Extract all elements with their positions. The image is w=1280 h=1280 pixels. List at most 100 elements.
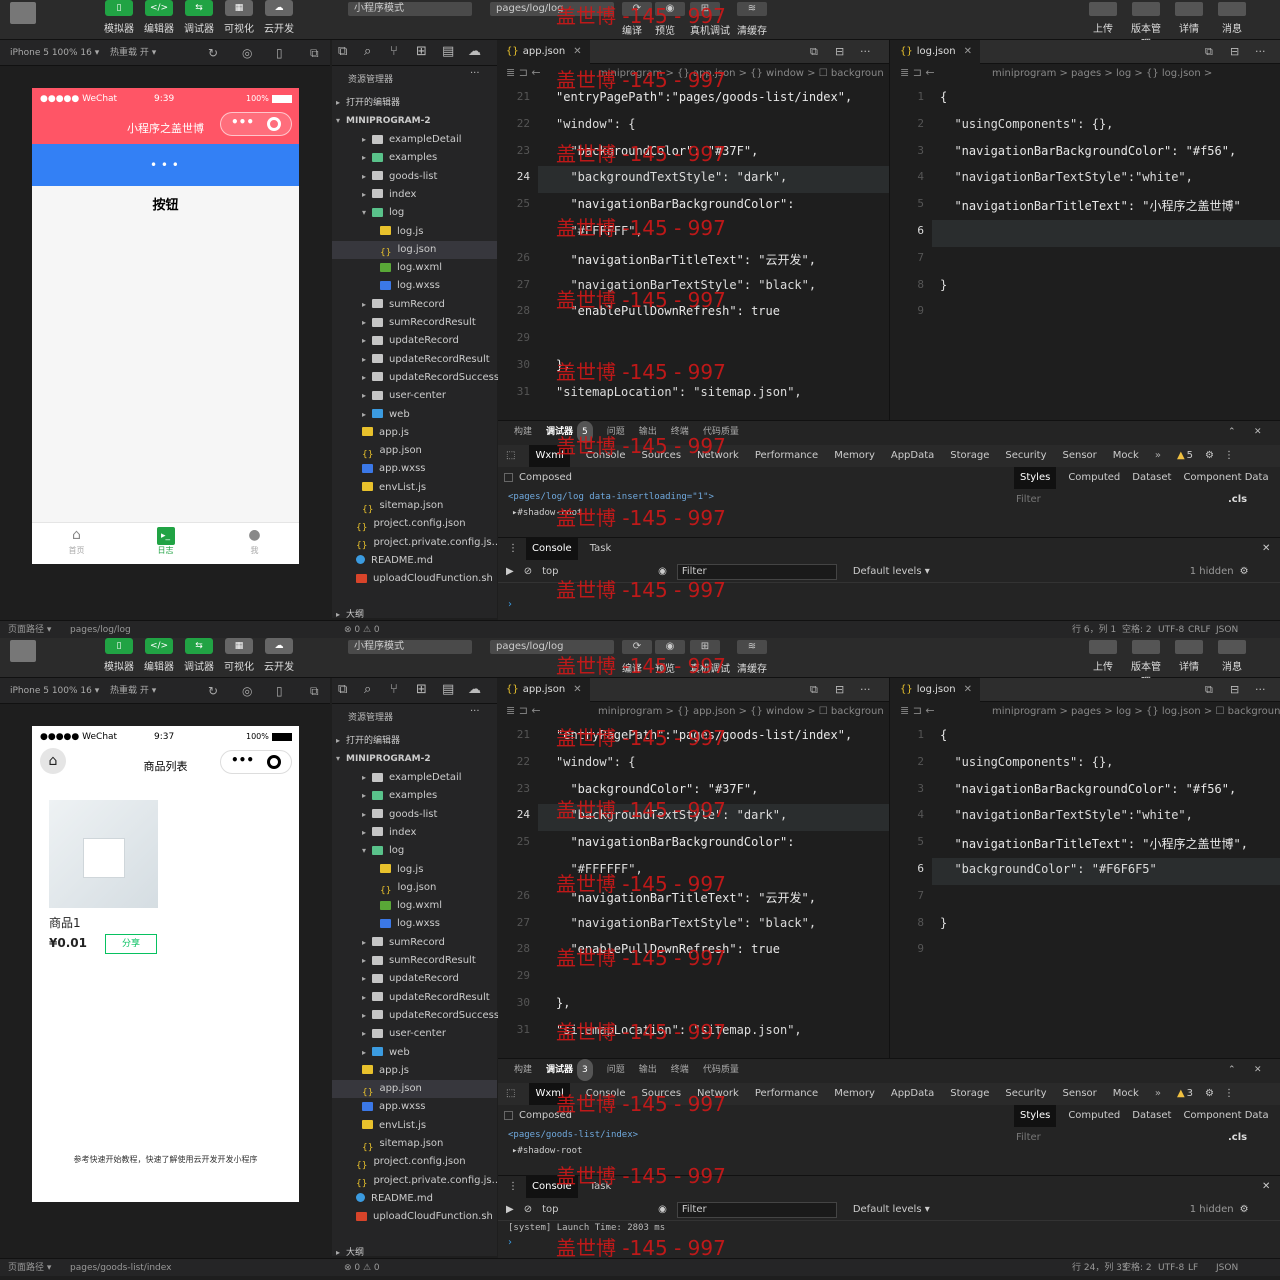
tree-item[interactable]: app.js — [332, 424, 497, 442]
editor-action-icon-1[interactable]: ⊟ — [1230, 45, 1239, 58]
center-label-1[interactable]: 预览 — [655, 22, 675, 37]
devtools-top-tab-5[interactable]: 代码质量 — [703, 1059, 739, 1081]
sim-tool-icon-1[interactable]: ◎ — [242, 40, 252, 66]
console-settings-icon[interactable]: ⚙ — [1240, 561, 1249, 583]
toolbar-button-1[interactable]: </> 编辑器 — [140, 638, 178, 673]
tree-item[interactable]: uploadCloudFunction.sh — [332, 1208, 497, 1226]
user-avatar[interactable] — [10, 2, 36, 24]
devtools-tab-performance[interactable]: Performance — [755, 1083, 818, 1105]
status-item-0[interactable]: 行 6，列 1 — [1072, 621, 1116, 638]
close-drawer-icon[interactable]: ✕ — [1262, 1176, 1270, 1198]
code-line[interactable]: "enablePullDownRefresh": true — [556, 304, 780, 318]
tree-item[interactable]: ▸ web — [332, 406, 497, 424]
tree-item[interactable]: {} project.private.config.js... — [332, 1172, 501, 1190]
editor-tab[interactable]: {} app.json ✕ — [498, 40, 590, 64]
center-icon-0[interactable]: ⟳ — [622, 2, 652, 16]
styles-filter[interactable]: Filter — [1010, 489, 1210, 511]
toolbar-button-4[interactable]: ☁ 云开发 — [260, 638, 298, 673]
tree-item[interactable]: {} log.json — [332, 240, 497, 259]
center-label-1[interactable]: 预览 — [655, 660, 675, 675]
devtools-tab-wxml[interactable]: Wxml — [529, 1083, 570, 1105]
center-label-2[interactable]: 真机调试 — [690, 22, 730, 37]
console-prompt[interactable]: › — [498, 1235, 1280, 1251]
tree-item[interactable]: {} app.json — [332, 1080, 497, 1099]
status-item-1[interactable]: 空格: 2 — [1122, 1259, 1152, 1276]
hot-reload-select[interactable]: 热重载 开 ▾ — [110, 40, 156, 66]
tree-item[interactable]: ▸ sumRecord — [332, 296, 497, 314]
editor-tab[interactable]: {} log.json ✕ — [892, 678, 980, 702]
tree-item[interactable]: ▸ user-center — [332, 1025, 497, 1043]
explorer-tool-icon-2[interactable]: ⑂ — [390, 44, 398, 59]
center-label-0[interactable]: 编译 — [622, 22, 642, 37]
tree-item[interactable]: ▸ sumRecordResult — [332, 314, 497, 332]
style-tab-3[interactable]: Component Data — [1183, 1105, 1268, 1127]
devtools-tab-storage[interactable]: Storage — [950, 445, 989, 467]
kebab-menu-icon[interactable]: ⋮ — [1224, 1083, 1234, 1105]
capsule-button[interactable]: ••• — [220, 112, 292, 136]
compile-select[interactable]: pages/log/log — [490, 2, 614, 16]
devtools-tab-sensor[interactable]: Sensor — [1063, 1083, 1097, 1105]
more-tabs-icon[interactable]: » — [1155, 445, 1161, 467]
drawer-menu-icon[interactable]: ⋮ — [508, 538, 518, 560]
editor-action-icon-0[interactable]: ⧉ — [1205, 45, 1213, 59]
toolbar-button-4[interactable]: ☁ 云开发 — [260, 0, 298, 35]
devtools-tab-appdata[interactable]: AppData — [891, 445, 934, 467]
device-select[interactable]: iPhone 5 100% 16 ▾ — [10, 40, 99, 66]
sim-tool-icon-1[interactable]: ◎ — [242, 678, 252, 704]
devtools-tab-mock[interactable]: Mock — [1113, 1083, 1139, 1105]
tab-bar-item-0[interactable]: ⌂ 首页 — [32, 523, 121, 556]
code-line[interactable]: }, — [556, 996, 570, 1010]
sidebar-toggle-icon[interactable]: ▶ — [506, 561, 514, 583]
inspect-icon[interactable]: ⬚ — [506, 445, 515, 467]
code-line[interactable]: } — [940, 278, 947, 292]
code-line[interactable]: "backgroundColor": "#F6F6F5" — [940, 862, 1156, 876]
code-line[interactable]: "navigationBarTextStyle":"white", — [940, 808, 1192, 822]
explorer-tool-icon-0[interactable]: ⧉ — [338, 44, 347, 59]
sim-tool-icon-2[interactable]: ▯ — [276, 678, 283, 704]
share-button[interactable]: 分享 — [105, 934, 157, 954]
styles-filter[interactable]: Filter — [1010, 1127, 1210, 1149]
explorer-more-icon[interactable]: ··· — [470, 706, 480, 717]
cls-toggle[interactable]: .cls — [1228, 489, 1258, 511]
editor-nav-icons[interactable]: ≣ ⊐ ← — [506, 66, 541, 79]
problems-count[interactable]: ⊗ 0 ⚠ 0 — [344, 621, 380, 638]
editor-action-icon-2[interactable]: ··· — [860, 683, 871, 696]
code-line[interactable]: "navigationBarBackgroundColor": "#f56", — [940, 144, 1236, 158]
devtools-top-tab-4[interactable]: 终端 — [671, 1059, 689, 1081]
center-label-0[interactable]: 编译 — [622, 660, 642, 675]
devtools-tab-sensor[interactable]: Sensor — [1063, 445, 1097, 467]
close-icon[interactable]: ✕ — [964, 46, 972, 57]
inspect-icon[interactable]: ⬚ — [506, 1083, 515, 1105]
tree-item[interactable]: ▸ updateRecordResult — [332, 351, 497, 369]
tree-item[interactable]: {} project.private.config.js... — [332, 534, 501, 552]
code-line[interactable]: "backgroundColor": "#37F", — [556, 144, 758, 158]
tree-item[interactable]: {} sitemap.json — [332, 1135, 497, 1153]
tab-bar-item-2[interactable]: ● 我 — [210, 523, 299, 556]
status-item-4[interactable]: JSON — [1216, 1259, 1238, 1276]
code-line[interactable]: "navigationBarBackgroundColor": — [556, 835, 794, 849]
code-line[interactable]: "enablePullDownRefresh": true — [556, 942, 780, 956]
devtools-tab-sources[interactable]: Sources — [641, 445, 681, 467]
console-tab-0[interactable]: Console — [526, 1176, 578, 1198]
right-button-0[interactable]: 上传 — [1085, 0, 1121, 35]
devtools-tab-mock[interactable]: Mock — [1113, 445, 1139, 467]
editor-action-icon-2[interactable]: ··· — [1255, 45, 1266, 58]
tree-item[interactable]: log.js — [332, 223, 497, 241]
explorer-tool-icon-5[interactable]: ☁ — [468, 682, 481, 697]
code-line[interactable]: "entryPagePath":"pages/goods-list/index"… — [556, 90, 852, 104]
live-expression-icon[interactable]: ◉ — [658, 1199, 667, 1221]
editor-action-icon-2[interactable]: ··· — [1255, 683, 1266, 696]
devtools-tab-memory[interactable]: Memory — [834, 1083, 875, 1105]
tree-item[interactable]: ▸ sumRecordResult — [332, 952, 497, 970]
shadow-root[interactable]: ▸#shadow-root — [498, 1143, 998, 1159]
tree-item[interactable]: ▸ exampleDetail — [332, 769, 497, 787]
sidebar-toggle-icon[interactable]: ▶ — [506, 1199, 514, 1221]
close-icon[interactable]: ✕ — [573, 46, 581, 57]
tree-item[interactable]: README.md — [332, 552, 497, 570]
devtools-top-tab-1[interactable]: 调试器 — [546, 421, 573, 443]
console-prompt[interactable]: › — [498, 597, 1280, 613]
mode-select[interactable]: 小程序模式 — [348, 2, 472, 16]
center-icon-2[interactable]: ⊞ — [690, 640, 720, 654]
code-line[interactable]: "navigationBarTextStyle":"white", — [940, 170, 1192, 184]
style-tab-2[interactable]: Dataset — [1132, 1105, 1171, 1127]
